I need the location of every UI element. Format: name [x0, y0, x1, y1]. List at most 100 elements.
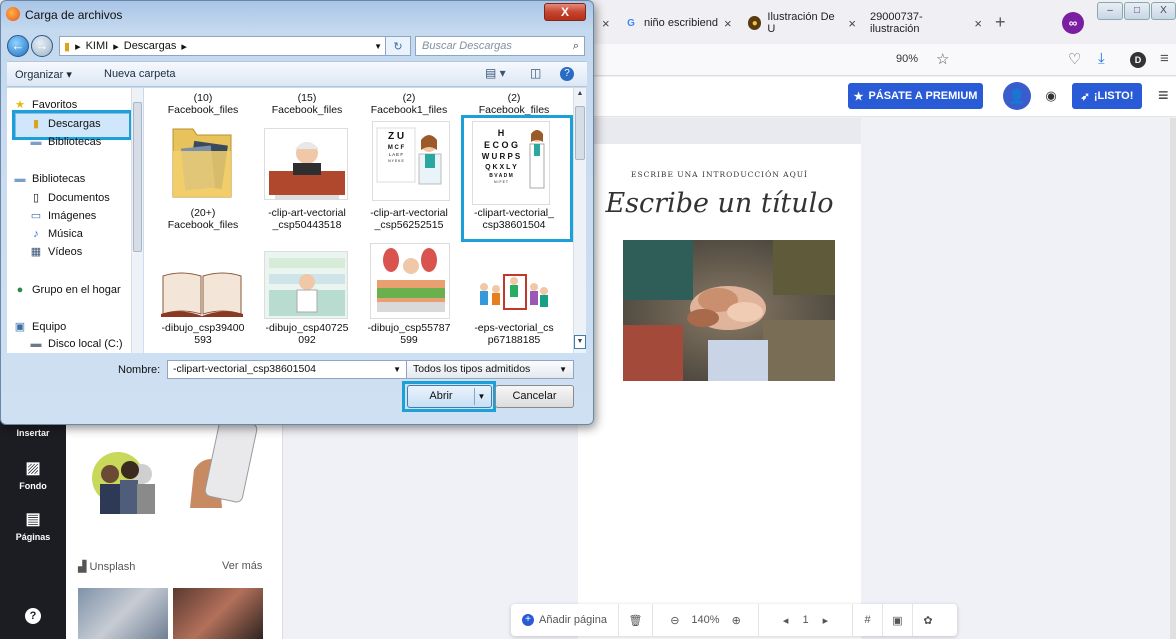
view-options-icon[interactable]: ▤ ▾ [485, 66, 506, 80]
dialog-close-button[interactable]: X [544, 3, 586, 21]
sidebar-item-background[interactable]: ▨ Fondo [0, 458, 66, 491]
new-tab-button[interactable]: + [995, 12, 1006, 33]
preview-pane-icon[interactable]: ◫ [530, 66, 541, 80]
file-item-dibujo-39400593[interactable]: -dibujo_csp39400 593 [152, 322, 254, 346]
add-page-button[interactable]: + Añadir página [511, 604, 619, 636]
hamburger-menu-icon[interactable]: ≡ [1158, 85, 1169, 106]
hands-together-photo[interactable] [623, 240, 835, 381]
unsplash-thumb-hands[interactable] [78, 588, 168, 639]
file-item-eps-67188185[interactable]: -eps-vectorial_cs p67188185 [463, 322, 565, 346]
file-item-facebook-15[interactable]: (15) Facebook_files [256, 92, 358, 116]
unsplash-thumb-people[interactable] [173, 588, 263, 639]
organize-menu[interactable]: Organizar ▾ [15, 68, 72, 81]
nav-videos[interactable]: ▦ Vídeos [29, 246, 82, 258]
prev-page-icon[interactable]: ◂ [783, 614, 789, 627]
filetype-select[interactable]: Todos los tipos admitidos ▼ [406, 360, 574, 379]
menu-icon[interactable]: ≡ [1160, 50, 1169, 67]
download-icon[interactable]: ⤓ [1098, 50, 1105, 67]
canvas-scrollbar[interactable] [1170, 118, 1176, 639]
search-input[interactable]: Buscar Descargas ⌕ [415, 36, 585, 56]
zoom-badge[interactable]: 90% [896, 53, 918, 65]
premium-button[interactable]: ★ PÁSATE A PREMIUM [848, 83, 983, 109]
star-icon[interactable]: ☆ [936, 50, 949, 68]
intro-text[interactable]: ESCRIBE UNA INTRODUCCIÓN AQUÍ [578, 170, 861, 179]
open-button[interactable]: Abrir ▼ [407, 385, 492, 408]
folder-icon[interactable] [169, 121, 235, 201]
sidebar-item-insert[interactable]: Insertar [0, 428, 66, 438]
file-thumb-pharmacist[interactable] [264, 251, 348, 319]
tab-google[interactable]: G niño escribiend × [624, 10, 742, 36]
nav-local-disk[interactable]: ▬ Disco local (C:) [29, 338, 123, 350]
file-thumb-butcher[interactable] [370, 243, 450, 319]
close-icon[interactable]: × [974, 16, 982, 31]
help-icon[interactable]: ? [0, 608, 66, 624]
page-number[interactable]: 1 [802, 614, 808, 626]
done-button[interactable]: ➶ ¡LISTO! [1072, 83, 1142, 109]
maximize-button[interactable]: □ [1124, 2, 1150, 20]
nav-music[interactable]: ♪ Música [29, 228, 83, 240]
minimize-button[interactable]: – [1097, 2, 1123, 20]
nav-images[interactable]: ▭ Imágenes [29, 210, 97, 222]
refresh-icon[interactable]: ↻ [385, 36, 411, 56]
next-page-icon[interactable]: ▸ [823, 614, 829, 627]
nav-libraries-1[interactable]: ▬ Bibliotecas [29, 136, 102, 148]
help-icon[interactable]: ? [560, 67, 574, 81]
palette-icon[interactable]: ✿ [913, 604, 943, 636]
sidebar-item-pages[interactable]: ▤ Páginas [0, 509, 66, 542]
nav-downloads[interactable]: ▮ Descargas [29, 118, 101, 130]
preview-eye-icon[interactable]: ◉ [1040, 85, 1062, 107]
grid-icon[interactable]: # [853, 604, 883, 636]
nav-computer[interactable]: ▣ Equipo [13, 321, 66, 333]
done-label: ¡LISTO! [1093, 90, 1134, 102]
trash-icon[interactable]: 🗑 [619, 604, 653, 636]
cancel-button[interactable]: Cancelar [495, 385, 574, 408]
nav-pane-scrollbar[interactable] [131, 88, 143, 353]
file-thumb-eye-chart-doctor[interactable]: Z U M C F L A E F N Y E K E [372, 121, 450, 201]
file-item-dibujo-40725092[interactable]: -dibujo_csp40725 092 [256, 322, 358, 346]
breadcrumb-item[interactable]: KIMI [86, 40, 109, 52]
tab-ilustracion[interactable]: ● Ilustración De U × [748, 10, 856, 36]
page-title[interactable]: Escribe un título [578, 188, 861, 219]
chevron-down-icon[interactable]: ▼ [393, 361, 401, 378]
chevron-down-icon[interactable]: ▼ [374, 42, 382, 51]
back-arrow-icon[interactable]: ← [7, 35, 29, 57]
breadcrumb[interactable]: ▮ ▸ KIMI ▸ Descargas ▸ ▼ [59, 36, 389, 56]
document-page[interactable]: ESCRIBE UNA INTRODUCCIÓN AQUÍ Escribe un… [578, 144, 861, 639]
pocket-icon[interactable]: ♡ [1068, 50, 1081, 68]
tab-close-prev[interactable]: × [596, 10, 610, 36]
zoom-out-icon[interactable]: ⊖ [670, 614, 679, 627]
private-mask-icon[interactable]: ∞ [1062, 12, 1084, 34]
tab-29000737[interactable]: 29000737-ilustración × [870, 10, 982, 36]
file-item-facebook-10[interactable]: (10) Facebook_files [152, 92, 254, 116]
phone-hand-image[interactable] [172, 417, 267, 508]
people-illustration[interactable] [80, 426, 175, 526]
file-item-clip-art-56252515[interactable]: -clip-art-vectorial _csp56252515 [358, 207, 460, 231]
file-item-facebook-2[interactable]: (2) Facebook_files [463, 92, 565, 116]
file-thumb-kids-playground[interactable] [474, 271, 552, 317]
zoom-in-icon[interactable]: ⊕ [732, 614, 741, 627]
chevron-down-icon[interactable]: ▼ [474, 388, 488, 405]
new-folder-button[interactable]: Nueva carpeta [104, 68, 176, 80]
nav-libraries[interactable]: ▬ Bibliotecas [13, 173, 86, 185]
layout-icon[interactable]: ▣ [883, 604, 913, 636]
close-icon[interactable]: × [724, 16, 732, 31]
nav-homegroup[interactable]: ● Grupo en el hogar [13, 284, 121, 296]
file-thumb-open-book[interactable] [159, 268, 245, 318]
account-icon[interactable]: D [1130, 52, 1146, 68]
close-icon[interactable]: × [848, 16, 856, 31]
navigation-pane: ★ Favoritos ▮ Descargas ▬ Bibliotecas ▬ … [7, 88, 143, 353]
file-item-clip-art-50443518[interactable]: -clip-art-vectorial _csp50443518 [256, 207, 358, 231]
files-pane-scrollbar[interactable]: ▲ ▼ [573, 88, 586, 353]
file-item-dibujo-55787599[interactable]: -dibujo_csp55787 599 [358, 322, 460, 346]
add-collaborator-icon[interactable]: 👤 [1003, 82, 1031, 110]
see-more-link[interactable]: Ver más [222, 560, 262, 572]
file-item-facebook-20[interactable]: (20+) Facebook_files [152, 207, 254, 231]
close-window-button[interactable]: X [1151, 2, 1176, 20]
nav-documents[interactable]: ▯ Documentos [29, 192, 110, 204]
forward-arrow-icon[interactable]: → [31, 35, 53, 57]
filename-input[interactable]: -clipart-vectorial_csp38601504 ▼ [167, 360, 407, 379]
file-item-clipart-38601504[interactable]: -clipart-vectorial_ csp38601504 [463, 207, 565, 231]
file-thumb-old-man-desk[interactable] [264, 128, 348, 200]
file-item-facebook1-2[interactable]: (2) Facebook1_files [358, 92, 460, 116]
breadcrumb-item[interactable]: Descargas [124, 40, 177, 52]
